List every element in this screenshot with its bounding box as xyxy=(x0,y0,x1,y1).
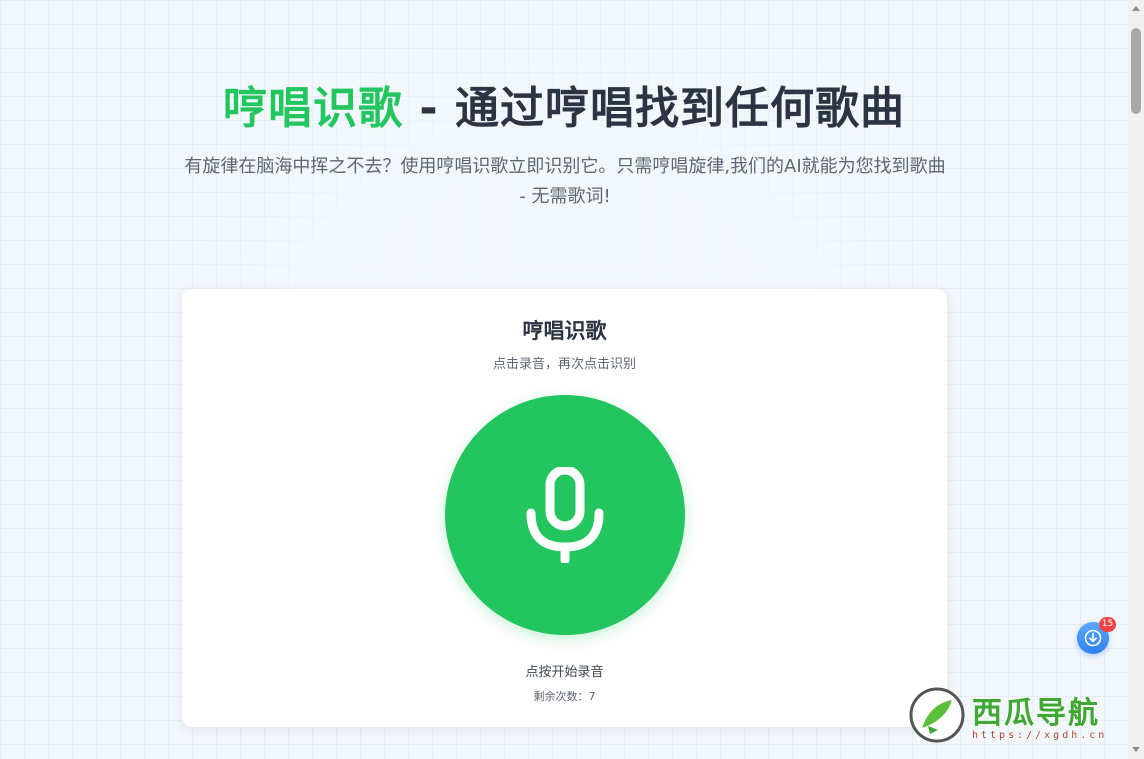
scroll-down-arrow-icon[interactable] xyxy=(1132,747,1140,752)
humming-card: 哼唱识歌 点击录音，再次点击识别 点按开始录音 剩余次数：7 xyxy=(182,289,947,727)
record-button[interactable] xyxy=(445,395,685,635)
remaining-count: 剩余次数：7 xyxy=(533,690,596,703)
download-icon xyxy=(1084,629,1102,647)
vertical-scrollbar[interactable] xyxy=(1128,0,1144,759)
page-subtitle: 有旋律在脑海中挥之不去？使用哼唱识歌立即识别它。只需哼唱旋律,我们的AI就能为您… xyxy=(184,156,946,207)
scroll-up-arrow-icon[interactable] xyxy=(1132,6,1140,11)
page-title-accent: 哼唱识歌 xyxy=(223,83,404,134)
record-status-label: 点按开始录音 xyxy=(525,665,604,680)
page-title-rest: - 通过哼唱找到任何歌曲 xyxy=(403,83,905,134)
notification-badge: 15 xyxy=(1099,617,1116,632)
card-hint: 点击录音，再次点击识别 xyxy=(492,357,636,372)
card-title: 哼唱识歌 xyxy=(522,319,607,343)
watermark: 西瓜导航 https://xgdh.cn xyxy=(906,686,1128,748)
microphone-icon xyxy=(526,467,604,563)
watermelon-logo-icon xyxy=(909,687,965,743)
scroll-thumb[interactable] xyxy=(1131,28,1141,114)
watermark-name: 西瓜导航 xyxy=(972,696,1100,731)
watermark-url: https://xgdh.cn xyxy=(972,730,1108,741)
page-title: 哼唱识歌 - 通过哼唱找到任何歌曲 xyxy=(0,72,1128,136)
